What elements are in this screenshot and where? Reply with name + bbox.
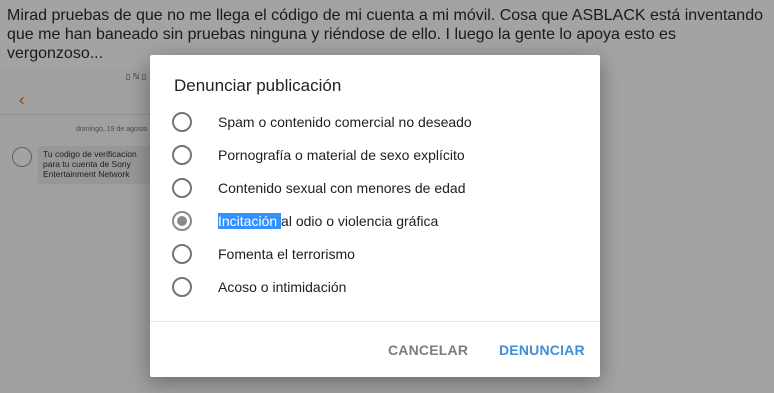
- report-option-hate[interactable]: Incitación al odio o violencia gráfica: [172, 208, 572, 234]
- radio-unchecked-icon[interactable]: [172, 145, 192, 165]
- report-option-terrorism[interactable]: Fomenta el terrorismo: [172, 241, 572, 267]
- report-option-pornography[interactable]: Pornografía o material de sexo explícito: [172, 142, 572, 168]
- report-dialog: Denunciar publicación Spam o contenido c…: [150, 55, 600, 377]
- report-option-harassment[interactable]: Acoso o intimidación: [172, 274, 572, 300]
- selected-text-highlight: Incitación: [218, 213, 282, 229]
- option-label: Acoso o intimidación: [218, 279, 347, 295]
- option-label: Incitación al odio o violencia gráfica: [218, 213, 438, 229]
- report-button[interactable]: DENUNCIAR: [499, 342, 585, 358]
- report-option-spam[interactable]: Spam o contenido comercial no deseado: [172, 109, 572, 135]
- dialog-divider: [150, 321, 600, 322]
- radio-checked-icon[interactable]: [172, 211, 192, 231]
- option-label: Fomenta el terrorismo: [218, 246, 355, 262]
- radio-unchecked-icon[interactable]: [172, 178, 192, 198]
- report-option-minors[interactable]: Contenido sexual con menores de edad: [172, 175, 572, 201]
- option-label-rest: al odio o violencia gráfica: [281, 213, 439, 229]
- option-label: Spam o contenido comercial no deseado: [218, 114, 472, 130]
- radio-unchecked-icon[interactable]: [172, 112, 192, 132]
- option-label: Pornografía o material de sexo explícito: [218, 147, 465, 163]
- cancel-button[interactable]: CANCELAR: [388, 342, 468, 358]
- dialog-title: Denunciar publicación: [174, 76, 342, 95]
- radio-unchecked-icon[interactable]: [172, 277, 192, 297]
- radio-unchecked-icon[interactable]: [172, 244, 192, 264]
- option-label: Contenido sexual con menores de edad: [218, 180, 466, 196]
